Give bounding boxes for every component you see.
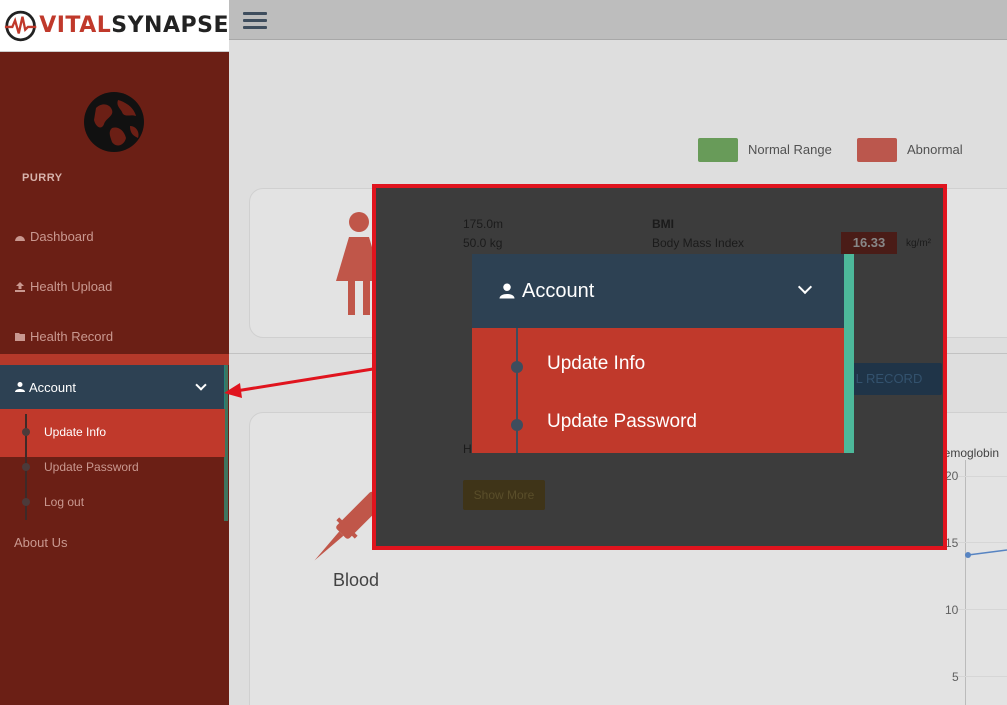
submenu-update-info[interactable]: Update Info xyxy=(44,425,106,439)
dashboard-icon xyxy=(15,235,25,241)
pulse-logo-icon xyxy=(4,10,37,41)
user-icon xyxy=(15,382,25,392)
brand-name: VITALSYNAPSE xyxy=(39,13,229,38)
sidebar-item-label: Dashboard xyxy=(30,229,94,244)
account-divider xyxy=(0,354,229,365)
show-more-button[interactable]: Show More xyxy=(463,480,545,510)
submenu-log-out[interactable]: Log out xyxy=(44,495,84,509)
sidebar-item-about-us[interactable]: About Us xyxy=(14,535,67,550)
zoomed-dot xyxy=(511,361,523,373)
sidebar-item-label: Health Upload xyxy=(30,279,113,294)
top-bar xyxy=(229,0,1007,40)
zoomed-account-header[interactable]: Account xyxy=(472,254,844,328)
globe-avatar-icon xyxy=(84,92,144,152)
profile-height: 175.0m xyxy=(463,217,504,231)
sidebar-item-label: About Us xyxy=(14,535,68,550)
bmi-title: BMI xyxy=(652,217,674,231)
username: PURRY xyxy=(22,172,63,184)
user-icon xyxy=(499,283,515,299)
sidebar-item-account[interactable]: Account xyxy=(0,365,225,409)
submenu-active-row xyxy=(0,409,225,457)
zoomed-update-password[interactable]: Update Password xyxy=(547,411,697,433)
sidebar-item-label: Health Record xyxy=(30,329,114,344)
sidebar-item-health-record[interactable]: Health Record xyxy=(14,329,113,344)
sidebar-item-health-upload[interactable]: Health Upload xyxy=(14,279,112,294)
folder-icon xyxy=(15,332,25,341)
submenu-dot xyxy=(22,463,30,471)
zoomed-account-menu: Account Update Info Update Password xyxy=(472,254,854,453)
record-name-prefix: H xyxy=(463,442,472,456)
bmi-value-badge: 16.33 xyxy=(841,232,897,254)
submenu-dot xyxy=(22,428,30,436)
profile-weight: 50.0 kg xyxy=(463,236,503,250)
hamburger-menu-icon[interactable] xyxy=(243,12,267,30)
sidebar-item-dashboard[interactable]: Dashboard xyxy=(14,229,94,244)
submenu-dot xyxy=(22,498,30,506)
chevron-down-icon xyxy=(195,379,207,391)
bmi-description: Body Mass Index xyxy=(652,236,745,250)
pointer-arrow xyxy=(224,367,374,398)
zoomed-account-label: Account xyxy=(522,279,595,302)
upload-icon xyxy=(15,281,25,292)
chevron-down-icon xyxy=(797,279,813,295)
account-label: Account xyxy=(29,379,76,395)
bmi-unit: kg/m² xyxy=(906,238,931,249)
zoomed-dot xyxy=(511,419,523,431)
sidebar: PURRY Dashboard Health Upload Health Rec… xyxy=(0,52,229,705)
submenu-update-password[interactable]: Update Password xyxy=(44,460,139,474)
zoomed-submenu xyxy=(472,328,844,453)
zoom-callout: 175.0m 50.0 kg BMI Body Mass Index 16.33… xyxy=(372,184,947,550)
zoomed-accent-bar xyxy=(844,254,854,453)
zoomed-update-info[interactable]: Update Info xyxy=(547,353,645,375)
zoomed-timeline xyxy=(516,328,518,453)
brand-logo[interactable]: VITALSYNAPSE xyxy=(0,0,229,52)
